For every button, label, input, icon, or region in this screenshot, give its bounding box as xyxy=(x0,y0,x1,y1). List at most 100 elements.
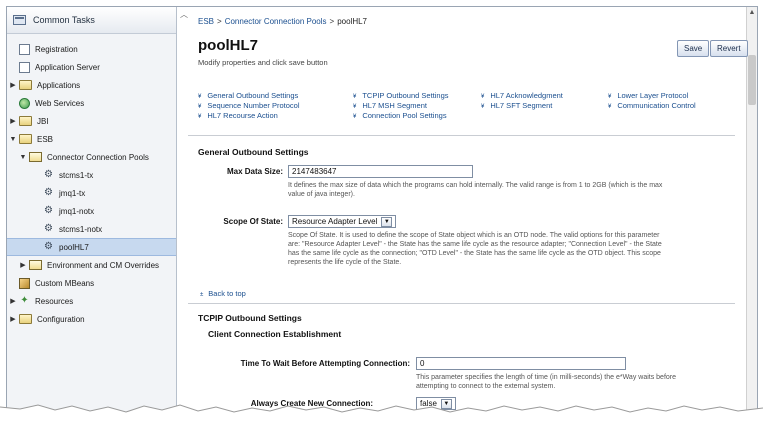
tree-item-poolhl7[interactable]: ⚙ poolHL7 xyxy=(7,238,176,256)
expand-arrow-icon[interactable]: ▶ xyxy=(9,315,17,323)
collapse-arrow-icon[interactable]: ▼ xyxy=(19,154,27,161)
tree-item-jmq1-tx[interactable]: ⚙ jmq1-tx xyxy=(7,184,176,202)
common-tasks-icon xyxy=(13,15,26,25)
section-title-general-outbound: General Outbound Settings xyxy=(198,147,309,157)
scope-of-state-label: Scope Of State: xyxy=(223,217,283,226)
jump-link-general-outbound[interactable]: ¥ General Outbound Settings xyxy=(198,91,298,100)
tree-item-application-server[interactable]: Application Server xyxy=(7,58,176,76)
tree-item-jbi[interactable]: ▶ JBI xyxy=(7,112,176,130)
page-title: poolHL7 xyxy=(198,37,258,54)
resources-icon: ✦ xyxy=(20,295,29,306)
tree-item-connector-connection-pools[interactable]: ▼ Connector Connection Pools xyxy=(7,148,176,166)
jump-link-lower-layer-protocol[interactable]: ¥ Lower Layer Protocol xyxy=(608,91,688,100)
tree-item-label: jmq1-notx xyxy=(59,206,95,216)
breadcrumb-esb[interactable]: ESB xyxy=(198,17,214,26)
tree-item-jmq1-notx[interactable]: ⚙ jmq1-notx xyxy=(7,202,176,220)
back-to-top-link[interactable]: ± Back to top xyxy=(200,289,246,298)
folder-icon xyxy=(19,314,32,324)
divider xyxy=(188,303,735,304)
jump-link-communication-control[interactable]: ¥ Communication Control xyxy=(608,101,696,110)
breadcrumb: ESB > Connector Connection Pools > poolHL7 xyxy=(198,17,367,26)
double-chevron-down-icon: ¥ xyxy=(198,104,202,110)
tree-item-applications[interactable]: ▶ Applications xyxy=(7,76,176,94)
section-subtitle-client-connection: Client Connection Establishment xyxy=(208,329,342,339)
revert-button[interactable]: Revert xyxy=(710,40,748,57)
tree-item-label: Web Services xyxy=(35,98,85,108)
pool-icon: ⚙ xyxy=(44,223,53,234)
tree-item-stcms1-notx[interactable]: ⚙ stcms1-notx xyxy=(7,220,176,238)
double-chevron-down-icon: ¥ xyxy=(608,104,612,110)
breadcrumb-separator: > xyxy=(217,17,222,26)
doc-icon xyxy=(19,43,30,55)
vertical-scrollbar[interactable]: ▲ xyxy=(746,7,757,413)
expand-arrow-icon[interactable]: ▶ xyxy=(19,261,27,269)
tree-item-esb[interactable]: ▼ ESB xyxy=(7,130,176,148)
common-tasks-label: Common Tasks xyxy=(33,15,95,25)
globe-icon xyxy=(19,97,30,109)
tree-item-label: stcms1-notx xyxy=(59,224,103,234)
tree-item-custom-mbeans[interactable]: Custom MBeans xyxy=(7,274,176,292)
jump-link-hl7-sft-segment[interactable]: ¥ HL7 SFT Segment xyxy=(481,101,552,110)
mbeans-icon xyxy=(19,277,30,289)
double-chevron-down-icon: ¥ xyxy=(353,104,357,110)
tree-item-resources[interactable]: ▶ ✦ Resources xyxy=(7,292,176,310)
scroll-up-icon[interactable]: ︿ xyxy=(180,9,188,20)
max-data-size-input[interactable] xyxy=(288,165,473,178)
max-data-size-help: It defines the max size of data which th… xyxy=(288,182,663,198)
double-chevron-down-icon: ¥ xyxy=(481,104,485,110)
jump-link-tcpip-outbound[interactable]: ¥ TCPIP Outbound Settings xyxy=(353,91,449,100)
scope-of-state-value: Resource Adapter Level xyxy=(292,217,378,226)
jump-link-sequence-number-protocol[interactable]: ¥ Sequence Number Protocol xyxy=(198,101,299,110)
expand-arrow-icon[interactable]: ▶ xyxy=(9,117,17,125)
double-chevron-down-icon: ¥ xyxy=(198,94,202,100)
tree-item-registration[interactable]: Registration xyxy=(7,40,176,58)
expand-arrow-icon[interactable]: ▶ xyxy=(9,297,17,305)
double-chevron-down-icon: ¥ xyxy=(353,114,357,120)
double-chevron-down-icon: ¥ xyxy=(353,94,357,100)
expand-arrow-icon[interactable]: ▶ xyxy=(9,81,17,89)
save-button[interactable]: Save xyxy=(677,40,710,57)
tree-item-label: poolHL7 xyxy=(59,242,89,252)
tree-item-label: Resources xyxy=(35,296,74,306)
scope-of-state-help: Scope Of State. It is used to define the… xyxy=(288,232,662,266)
breadcrumb-connector-connection-pools[interactable]: Connector Connection Pools xyxy=(225,17,327,26)
tree-item-label: jmq1-tx xyxy=(59,188,86,198)
jump-link-hl7-acknowledgment[interactable]: ¥ HL7 Acknowledgment xyxy=(481,91,563,100)
breadcrumb-current: poolHL7 xyxy=(337,17,368,26)
scope-of-state-select[interactable]: Resource Adapter Level ▼ xyxy=(288,215,397,228)
tree-item-label: Connector Connection Pools xyxy=(47,152,149,162)
tree-item-label: Application Server xyxy=(35,62,100,72)
tree-item-label: Configuration xyxy=(37,314,85,324)
navigation-tree: Registration Application Server ▶ Applic… xyxy=(7,34,176,328)
chevron-down-icon: ▼ xyxy=(381,216,393,227)
max-data-size-label: Max Data Size: xyxy=(226,167,283,176)
tree-item-environment-cm-overrides[interactable]: ▶ Environment and CM Overrides xyxy=(7,256,176,274)
section-title-tcpip-outbound: TCPIP Outbound Settings xyxy=(198,313,302,323)
scroll-up-arrow-icon[interactable]: ▲ xyxy=(747,9,757,19)
wait-before-connection-help: This parameter specifies the length of t… xyxy=(416,374,677,390)
tree-item-label: Registration xyxy=(35,44,78,54)
navigation-tree-panel: Common Tasks Registration Application Se… xyxy=(7,7,177,413)
double-chevron-down-icon: ¥ xyxy=(481,94,485,100)
pool-icon: ⚙ xyxy=(44,187,53,198)
common-tasks-header[interactable]: Common Tasks xyxy=(7,7,176,34)
jump-link-hl7-recourse-action[interactable]: ¥ HL7 Recourse Action xyxy=(198,111,278,120)
tree-item-label: ESB xyxy=(37,134,54,144)
double-chevron-down-icon: ¥ xyxy=(198,114,202,120)
tree-item-configuration[interactable]: ▶ Configuration xyxy=(7,310,176,328)
page-subtitle: Modify properties and click save button xyxy=(198,58,328,67)
console-frame: Common Tasks Registration Application Se… xyxy=(6,6,758,414)
wait-before-connection-input[interactable] xyxy=(416,357,626,370)
folder-icon xyxy=(19,80,32,90)
tree-item-stcms1-tx[interactable]: ⚙ stcms1-tx xyxy=(7,166,176,184)
divider xyxy=(188,135,735,136)
main-content: ︿ ▲ ESB > Connector Connection Pools > poolH… xyxy=(178,7,757,413)
server-icon xyxy=(19,61,30,73)
jump-link-connection-pool-settings[interactable]: ¥ Connection Pool Settings xyxy=(353,111,447,120)
tree-item-web-services[interactable]: Web Services xyxy=(7,94,176,112)
tree-item-label: Applications xyxy=(37,80,81,90)
collapse-arrow-icon[interactable]: ▼ xyxy=(9,136,17,143)
double-chevron-up-icon: ± xyxy=(200,292,204,298)
jump-link-hl7-msh-segment[interactable]: ¥ HL7 MSH Segment xyxy=(353,101,427,110)
scrollbar-thumb[interactable] xyxy=(748,55,756,105)
